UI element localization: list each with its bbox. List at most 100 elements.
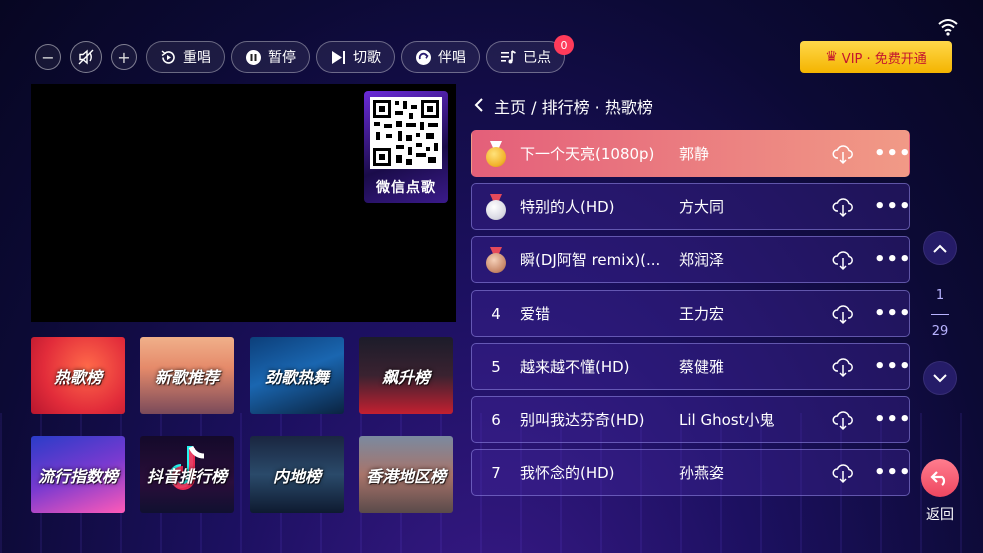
song-singer: 王力宏 — [679, 305, 725, 323]
download-icon[interactable] — [832, 249, 854, 271]
more-icon[interactable]: ••• — [874, 303, 912, 324]
category-label: 内地榜 — [272, 466, 321, 486]
more-icon[interactable]: ••• — [874, 356, 912, 377]
page-current: 1 — [935, 288, 945, 303]
wechat-qr-panel: 微信点歌 — [364, 91, 448, 203]
page-divider — [931, 314, 949, 315]
bronze-medal-icon — [485, 246, 507, 273]
song-singer: 郭静 — [679, 145, 710, 163]
accompany-button[interactable]: 伴唱 — [401, 41, 480, 73]
skip-button[interactable]: 切歌 — [316, 41, 395, 73]
more-icon[interactable]: ••• — [874, 462, 912, 483]
song-rank — [472, 193, 520, 220]
song-row[interactable]: 瞬(DJ阿智 remix)(... 郑润泽 ••• — [471, 236, 912, 283]
category-rising[interactable]: 飙升榜 — [359, 337, 453, 414]
ordered-label: 已点 — [523, 50, 551, 66]
mute-button[interactable] — [70, 41, 102, 73]
back-button[interactable] — [921, 459, 959, 497]
silver-medal-icon — [485, 193, 507, 220]
category-hot-songs[interactable]: 热歌榜 — [31, 337, 125, 414]
download-icon[interactable] — [832, 303, 854, 325]
song-rank: 4 — [491, 304, 501, 323]
download-icon[interactable] — [832, 196, 854, 218]
song-row[interactable]: 特别的人(HD) 方大同 ••• — [471, 183, 912, 230]
vip-label: VIP · 免费开通 — [841, 51, 927, 67]
category-hongkong[interactable]: 香港地区榜 — [359, 436, 453, 513]
song-row[interactable]: 5 越来越不懂(HD) 蔡健雅 ••• — [471, 343, 912, 390]
replay-label: 重唱 — [183, 50, 211, 66]
qr-label: 微信点歌 — [376, 180, 436, 196]
skip-label: 切歌 — [353, 50, 381, 66]
download-icon[interactable] — [832, 143, 854, 165]
category-label: 热歌榜 — [53, 367, 102, 387]
category-douyin[interactable]: 抖音排行榜 — [140, 436, 234, 513]
category-label: 劲歌热舞 — [264, 367, 329, 387]
volume-down-button[interactable]: − — [35, 44, 61, 70]
crown-icon: ♛ — [825, 49, 838, 65]
pause-label: 暂停 — [268, 50, 296, 66]
replay-button[interactable]: 重唱 — [146, 41, 225, 73]
pause-button[interactable]: 暂停 — [231, 41, 310, 73]
song-title: 瞬(DJ阿智 remix)(... — [520, 251, 661, 269]
video-player[interactable]: 微信点歌 — [31, 84, 456, 322]
chevron-left-icon[interactable] — [474, 97, 484, 116]
download-icon[interactable] — [832, 356, 854, 378]
vip-button[interactable]: ♛ VIP · 免费开通 — [800, 41, 952, 73]
song-title: 特别的人(HD) — [520, 198, 615, 216]
song-title: 我怀念的(HD) — [520, 464, 615, 482]
mute-icon — [78, 49, 94, 65]
return-icon — [930, 471, 946, 486]
toolbar: − + 重唱 暂停 切歌 伴唱 已点 0 — [35, 35, 574, 73]
ordered-songs-button[interactable]: 已点 0 — [486, 35, 574, 73]
ordered-count-badge: 0 — [554, 35, 574, 55]
song-singer: 孙燕姿 — [679, 464, 725, 482]
breadcrumb[interactable]: 主页 / 排行榜 · 热歌榜 — [474, 94, 653, 118]
song-row[interactable]: 下一个天亮(1080p) 郭静 ••• — [471, 130, 912, 177]
song-title: 爱错 — [520, 305, 551, 323]
page-down-button[interactable] — [923, 361, 957, 395]
chevron-up-icon — [933, 244, 947, 253]
qr-code-icon — [370, 97, 442, 169]
page-total: 29 — [931, 324, 949, 339]
replay-icon — [159, 48, 177, 66]
minus-icon: − — [41, 47, 55, 67]
category-mainland[interactable]: 内地榜 — [250, 436, 344, 513]
gold-medal-icon — [485, 140, 507, 167]
category-new-songs[interactable]: 新歌推荐 — [140, 337, 234, 414]
category-label: 新歌推荐 — [154, 367, 219, 387]
breadcrumb-text: 主页 / 排行榜 · 热歌榜 — [494, 98, 653, 117]
plus-icon: + — [117, 47, 131, 67]
chevron-down-icon — [933, 373, 947, 382]
playlist-icon — [499, 48, 517, 66]
accompany-label: 伴唱 — [438, 50, 466, 66]
song-row[interactable]: 7 我怀念的(HD) 孙燕姿 ••• — [471, 449, 912, 496]
category-label: 流行指数榜 — [37, 466, 118, 486]
back-label[interactable]: 返回 — [918, 504, 962, 524]
accompany-icon — [414, 48, 432, 66]
category-label: 飙升榜 — [381, 367, 430, 387]
page-up-button[interactable] — [923, 231, 957, 265]
song-title: 下一个天亮(1080p) — [520, 145, 655, 163]
skip-icon — [329, 48, 347, 66]
download-icon[interactable] — [832, 409, 854, 431]
song-singer: 蔡健雅 — [679, 358, 725, 376]
song-row[interactable]: 4 爱错 王力宏 ••• — [471, 290, 912, 337]
song-singer: 郑润泽 — [679, 251, 725, 269]
wifi-icon — [938, 19, 958, 36]
more-icon[interactable]: ••• — [874, 143, 912, 164]
more-icon[interactable]: ••• — [874, 196, 912, 217]
song-rank — [472, 140, 520, 167]
category-label: 抖音排行榜 — [146, 466, 227, 486]
more-icon[interactable]: ••• — [874, 249, 912, 270]
song-row[interactable]: 6 别叫我达芬奇(HD) Lil Ghost小鬼 ••• — [471, 396, 912, 443]
pause-icon — [244, 48, 262, 66]
download-icon[interactable] — [832, 462, 854, 484]
more-icon[interactable]: ••• — [874, 409, 912, 430]
category-dance[interactable]: 劲歌热舞 — [250, 337, 344, 414]
volume-up-button[interactable]: + — [111, 44, 137, 70]
song-singer: 方大同 — [679, 198, 725, 216]
category-pop-index[interactable]: 流行指数榜 — [31, 436, 125, 513]
song-rank — [472, 246, 520, 273]
song-singer: Lil Ghost小鬼 — [679, 411, 775, 429]
song-rank: 7 — [491, 463, 501, 482]
